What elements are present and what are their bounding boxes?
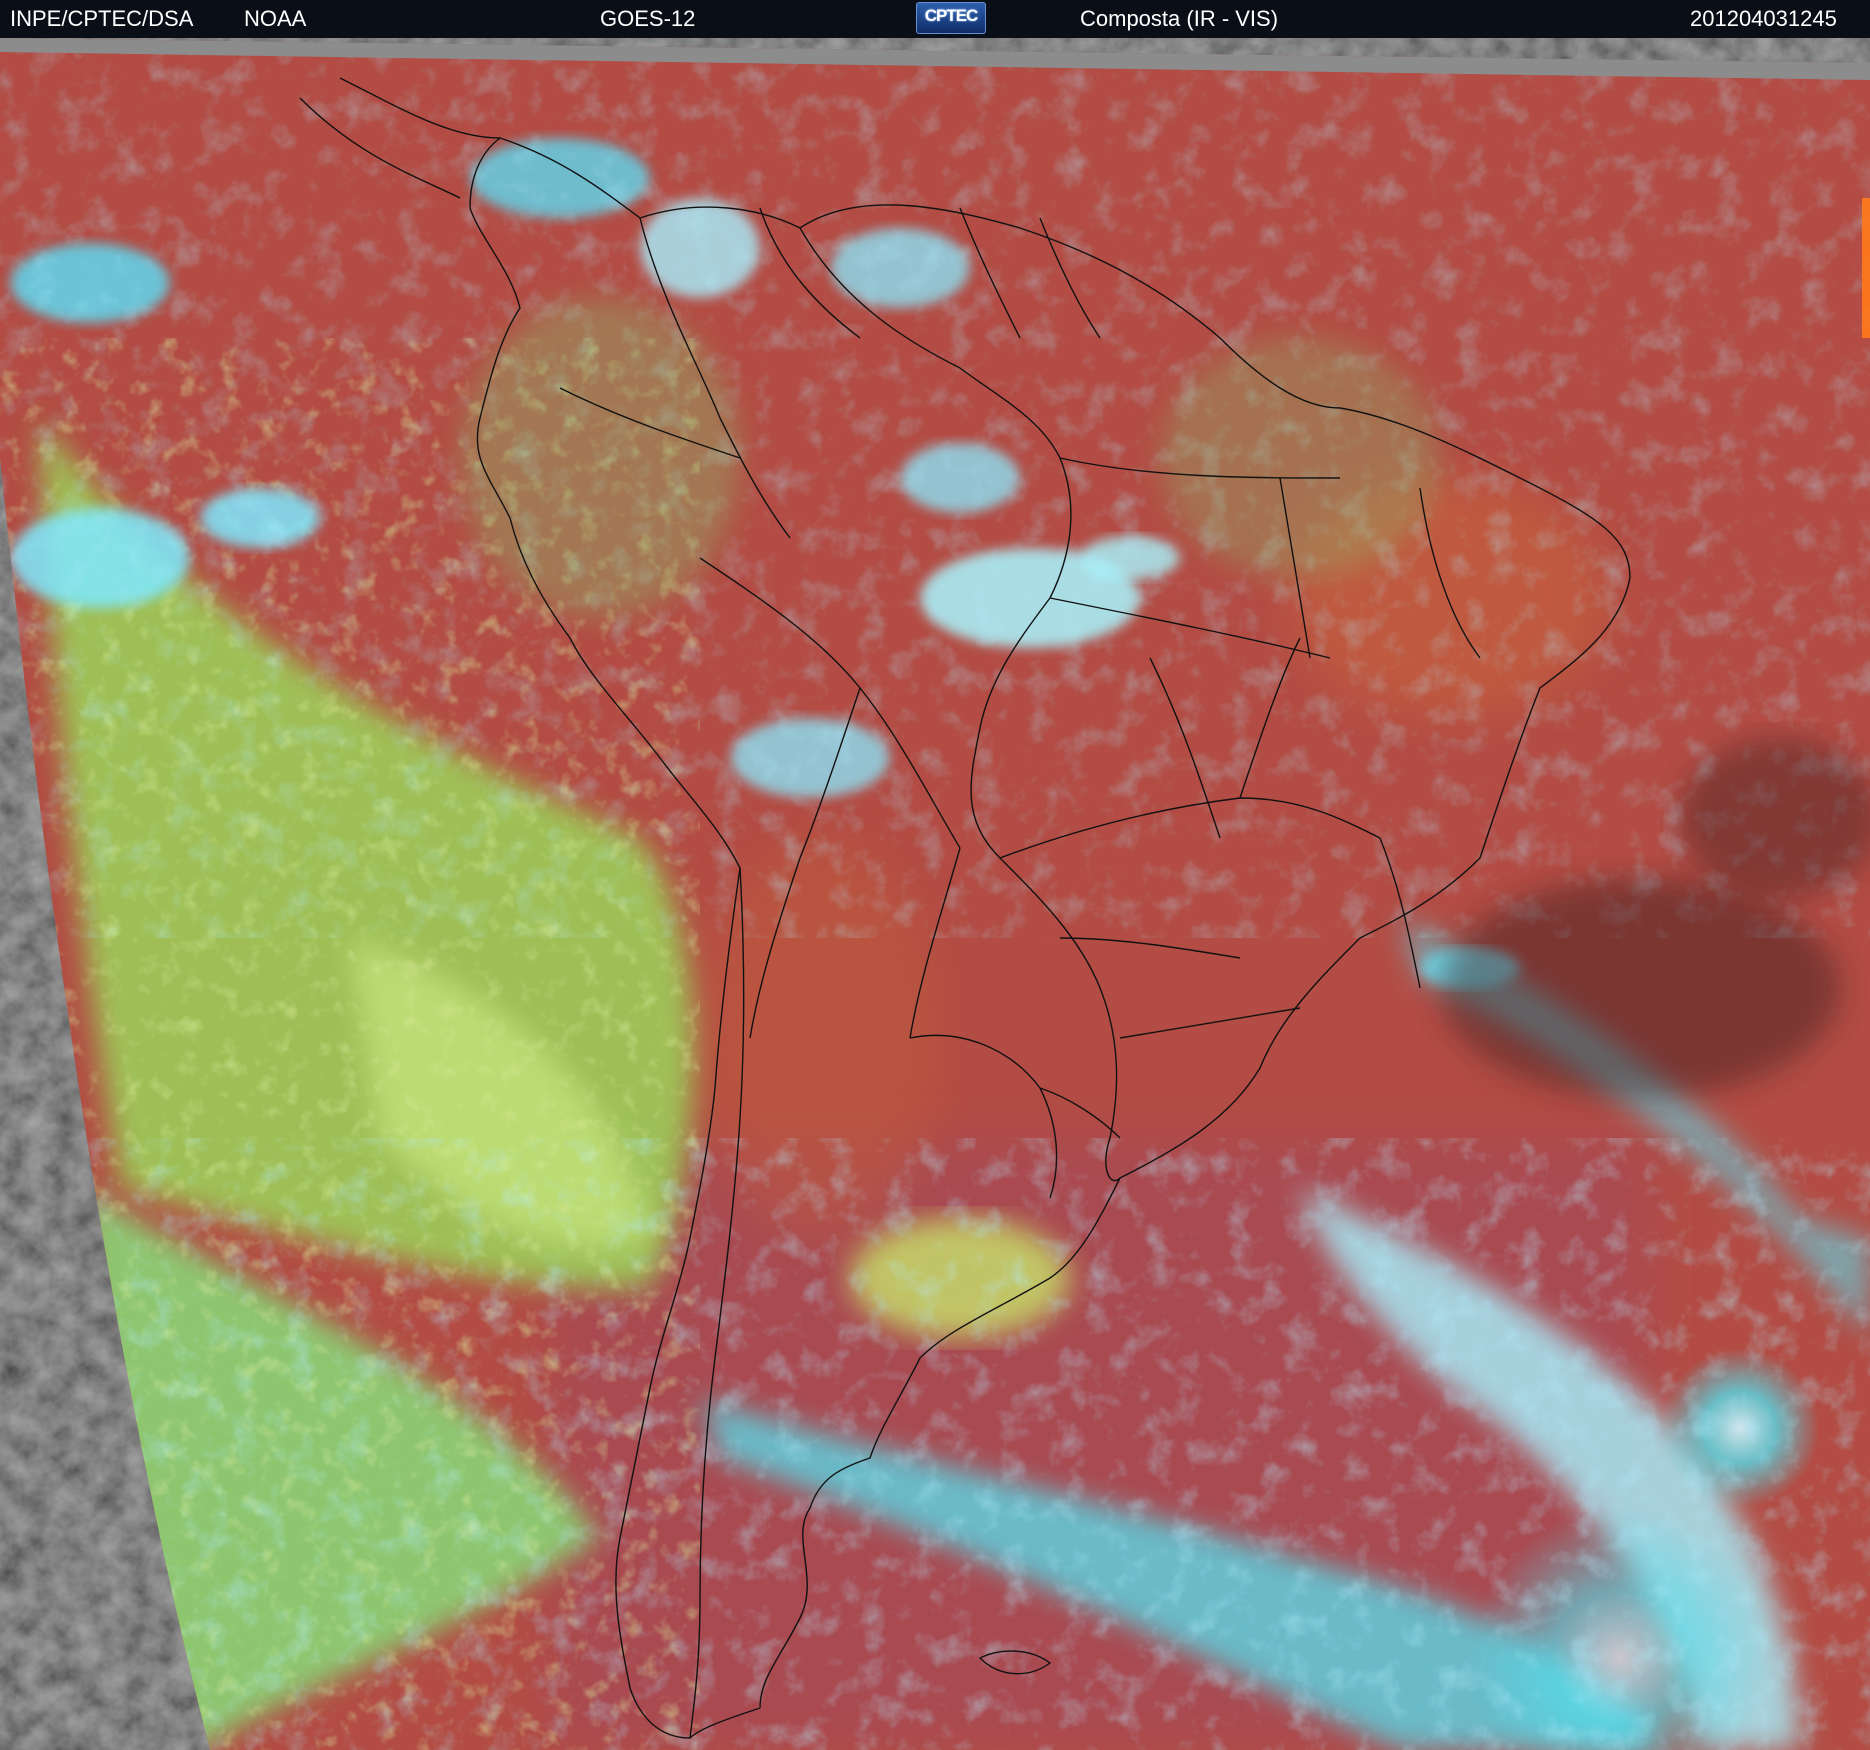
satellite-label: GOES-12 [600, 6, 696, 31]
timestamp-label: 201204031245 [1690, 6, 1837, 31]
institution-label: INPE/CPTEC/DSA [10, 6, 194, 31]
earth-disk [0, 38, 1870, 1750]
header-bar: INPE/CPTEC/DSA NOAA GOES-12 CPTEC Compos… [0, 0, 1870, 38]
satellite-image [0, 38, 1870, 1750]
limb-edge [1862, 198, 1870, 338]
agency-label: NOAA [244, 6, 307, 31]
cptec-logo-text: CPTEC [924, 6, 979, 25]
product-label: Composta (IR - VIS) [1080, 6, 1279, 31]
cptec-logo: CPTEC [916, 2, 986, 34]
